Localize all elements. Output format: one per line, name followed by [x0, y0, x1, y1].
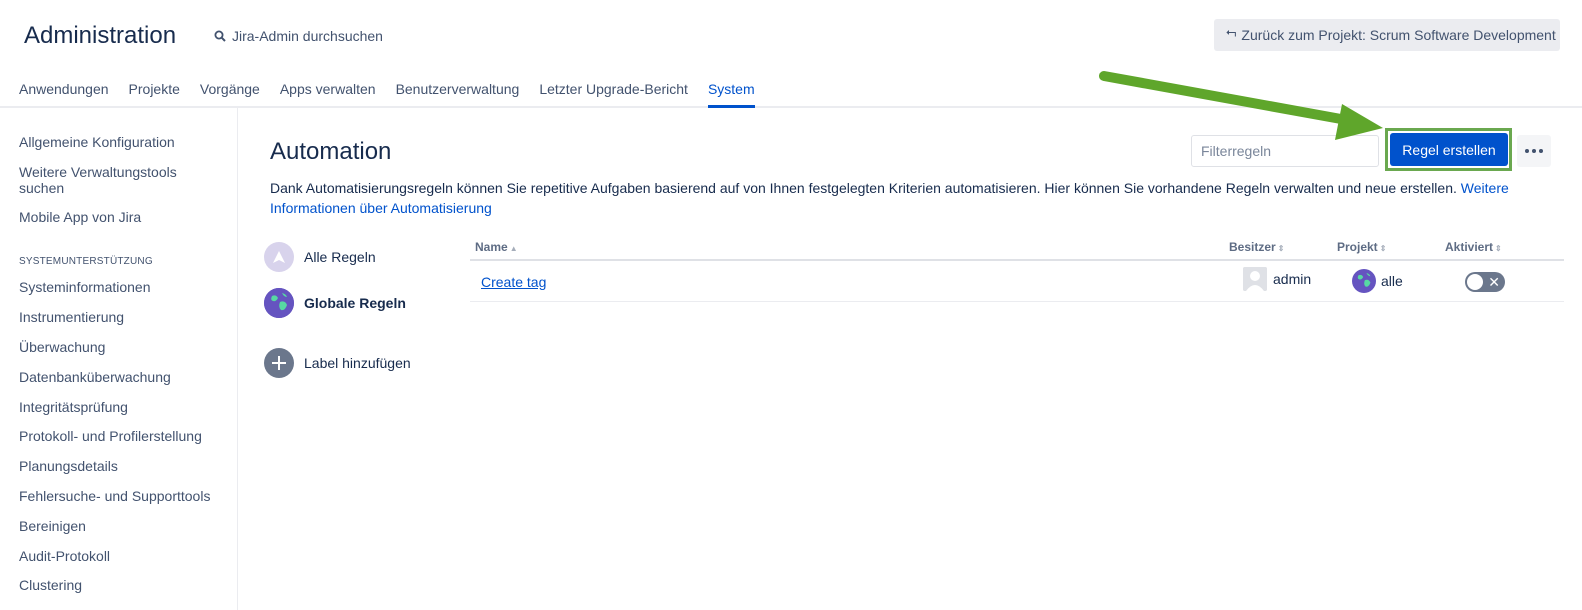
sidebar: Allgemeine Konfiguration Weitere Verwalt… [0, 108, 238, 610]
column-label: Aktiviert [1445, 240, 1494, 254]
all-rules-icon [264, 242, 294, 272]
sidebar-item-datenbankueberwachung[interactable]: Datenbanküberwachung [19, 369, 219, 385]
category-label: Globale Regeln [304, 295, 406, 311]
globe-icon [264, 288, 294, 318]
tab-system[interactable]: System [707, 81, 755, 108]
sidebar-item-planungsdetails[interactable]: Planungsdetails [19, 458, 219, 474]
admin-search[interactable]: Jira-Admin durchsuchen [214, 26, 383, 46]
sidebar-item-ueberwachung[interactable]: Überwachung [19, 339, 219, 355]
rule-name-link[interactable]: Create tag [481, 274, 546, 290]
column-header-name[interactable]: Name ▲ [475, 240, 518, 254]
search-icon [214, 30, 226, 42]
description-text: Dank Automatisierungsregeln können Sie r… [270, 180, 1457, 196]
more-dot-icon [1532, 149, 1536, 153]
add-label-text: Label hinzufügen [304, 355, 411, 371]
sort-icon: ⇕ [1495, 244, 1502, 253]
sort-icon: ⇕ [1379, 244, 1387, 253]
tab-projekte[interactable]: Projekte [129, 81, 180, 108]
sidebar-item-fehlersuche[interactable]: Fehlersuche- und Supporttools [19, 488, 219, 504]
column-label: Name [475, 240, 508, 254]
close-icon: ✕ [1488, 274, 1500, 290]
table-row-divider [470, 301, 1564, 302]
sidebar-item-clustering[interactable]: Clustering [19, 577, 219, 593]
filter-rules-input[interactable] [1191, 135, 1379, 167]
column-label: Besitzer [1229, 240, 1276, 254]
automation-description: Dank Automatisierungsregeln können Sie r… [270, 178, 1550, 218]
tab-upgrade-bericht[interactable]: Letzter Upgrade-Bericht [539, 81, 688, 108]
sidebar-item-bereinigen[interactable]: Bereinigen [19, 518, 219, 534]
search-label: Jira-Admin durchsuchen [232, 28, 383, 44]
globe-icon [1352, 269, 1376, 293]
owner-name: admin [1273, 271, 1312, 287]
back-arrow-icon: ⮢ [1226, 24, 1237, 39]
more-actions-button[interactable] [1517, 135, 1551, 167]
sidebar-item-protokoll[interactable]: Protokoll- und Profilerstellung [19, 428, 219, 444]
create-rule-button[interactable]: Regel erstellen [1390, 133, 1508, 166]
tab-apps-verwalten[interactable]: Apps verwalten [280, 81, 376, 108]
avatar [1243, 267, 1267, 291]
project-name: alle [1381, 273, 1403, 289]
plus-icon [264, 348, 294, 378]
column-header-enabled[interactable]: Aktiviert ⇕ [1445, 240, 1502, 254]
sidebar-section-title: SYSTEMUNTERSTÜTZUNG [19, 256, 153, 267]
back-to-project-button[interactable]: ⮢ Zurück zum Projekt: Scrum Software Dev… [1214, 19, 1560, 51]
category-all-rules[interactable]: Alle Regeln [264, 242, 376, 272]
sidebar-item-instrumentierung[interactable]: Instrumentierung [19, 309, 219, 325]
automation-title: Automation [270, 138, 392, 165]
add-label-button[interactable]: Label hinzufügen [264, 348, 411, 378]
sidebar-item-allgemeine-konfiguration[interactable]: Allgemeine Konfiguration [19, 134, 219, 150]
column-header-owner[interactable]: Besitzer ⇕ [1229, 240, 1284, 254]
admin-header: Administration Jira-Admin durchsuchen ⮢ … [0, 0, 1582, 108]
rule-owner: admin [1243, 267, 1311, 291]
sidebar-item-weitere-verwaltungstools[interactable]: Weitere Verwaltungstools suchen [19, 164, 189, 196]
back-label: Zurück zum Projekt: Scrum Software Devel… [1241, 27, 1556, 43]
tab-vorgaenge[interactable]: Vorgänge [200, 81, 260, 108]
admin-nav: Anwendungen Projekte Vorgänge Apps verwa… [19, 81, 775, 108]
tab-anwendungen[interactable]: Anwendungen [19, 81, 109, 108]
table-header-divider [470, 259, 1564, 261]
sort-icon: ⇕ [1277, 244, 1285, 253]
sidebar-item-mobile-app[interactable]: Mobile App von Jira [19, 209, 219, 225]
sidebar-item-integritaetspruefung[interactable]: Integritätsprüfung [19, 399, 219, 415]
category-label: Alle Regeln [304, 249, 376, 265]
toggle-knob [1467, 274, 1483, 290]
more-dot-icon [1525, 149, 1529, 153]
category-global-rules[interactable]: Globale Regeln [264, 288, 406, 318]
rule-enabled-toggle[interactable]: ✕ [1465, 272, 1505, 292]
page-title: Administration [24, 22, 177, 49]
tab-benutzerverwaltung[interactable]: Benutzerverwaltung [396, 81, 520, 108]
sidebar-item-systeminformationen[interactable]: Systeminformationen [19, 279, 219, 295]
rule-project: alle [1352, 269, 1403, 293]
more-dot-icon [1539, 149, 1543, 153]
sidebar-item-audit-protokoll[interactable]: Audit-Protokoll [19, 548, 219, 564]
column-header-project[interactable]: Projekt ⇕ [1337, 240, 1386, 254]
column-label: Projekt [1337, 240, 1378, 254]
sort-asc-icon: ▲ [509, 244, 518, 253]
